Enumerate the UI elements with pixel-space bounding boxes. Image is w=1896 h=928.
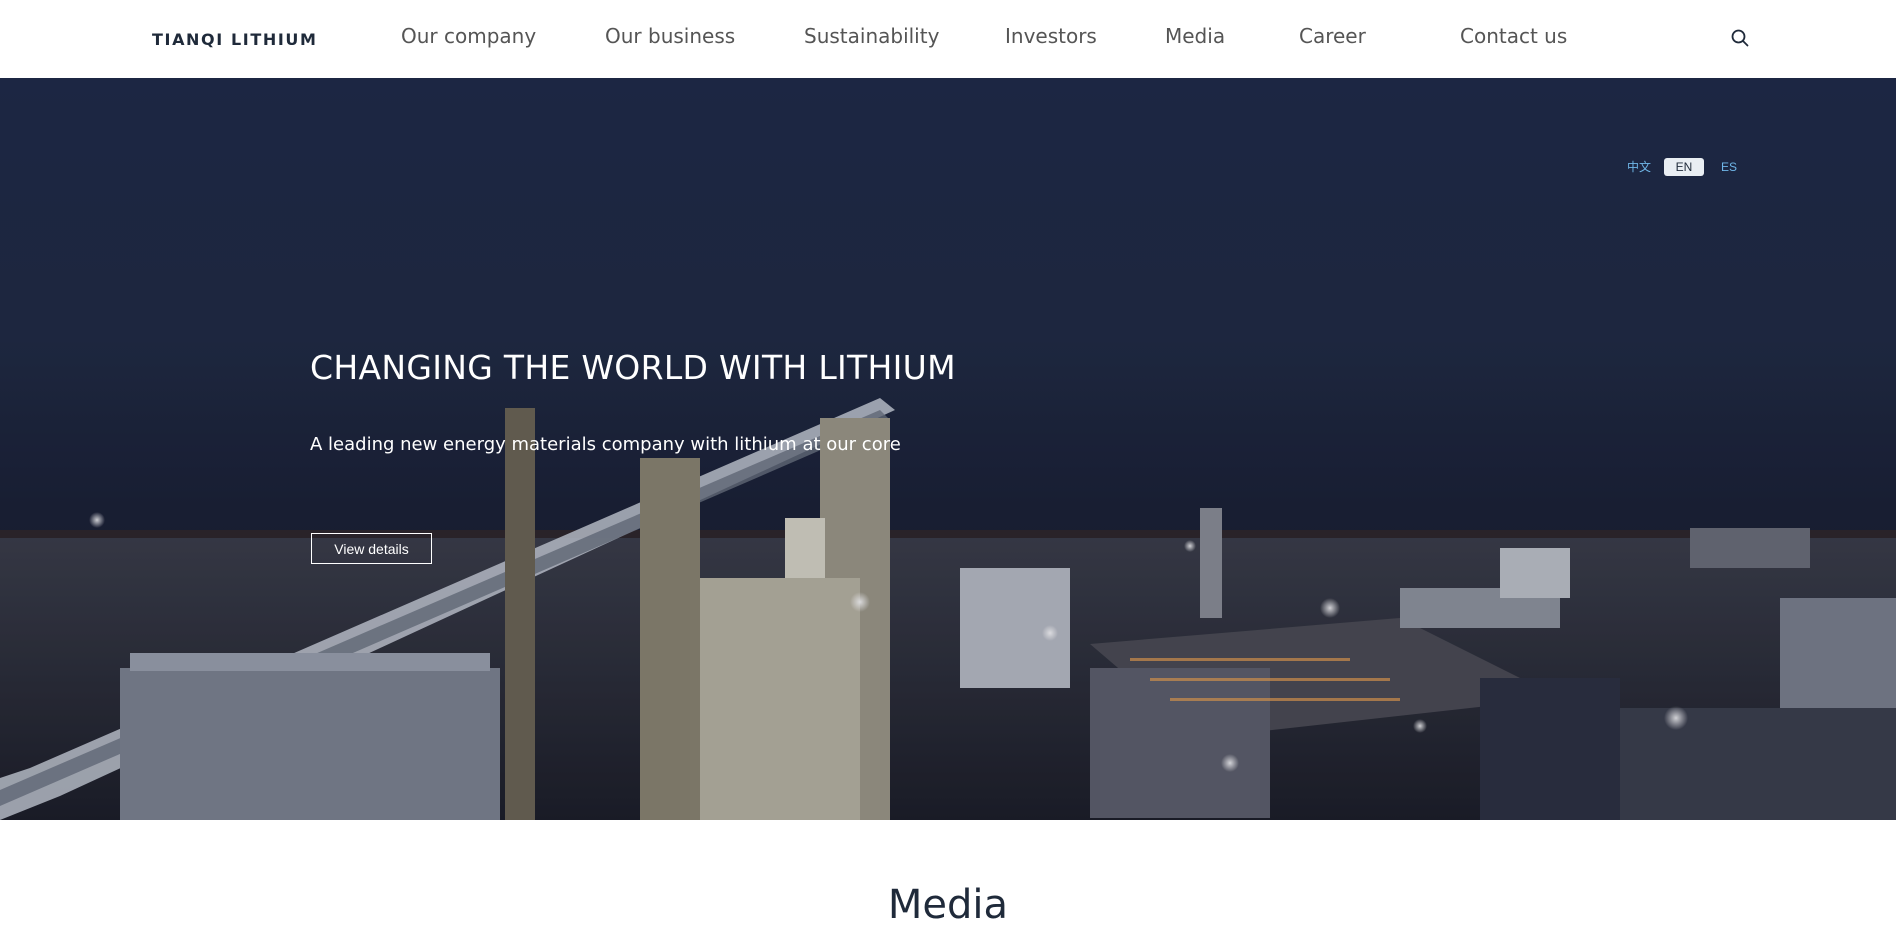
hero-subtitle: A leading new energy materials company w…	[310, 434, 901, 455]
hero-title: CHANGING THE WORLD WITH LITHIUM	[310, 348, 956, 387]
lang-es[interactable]: ES	[1718, 158, 1740, 176]
nav-our-company[interactable]: Our company	[401, 24, 536, 48]
nav-contact-us[interactable]: Contact us	[1460, 24, 1567, 48]
hero-banner: 中文 EN ES CHANGING THE WORLD WITH LITHIUM…	[0, 78, 1896, 820]
site-header: TIANQI LITHIUM Our company Our business …	[0, 0, 1896, 78]
lang-en[interactable]: EN	[1664, 158, 1704, 176]
lang-zh[interactable]: 中文	[1626, 158, 1652, 176]
nav-career[interactable]: Career	[1299, 24, 1366, 48]
nav-investors[interactable]: Investors	[1005, 24, 1097, 48]
nav-media[interactable]: Media	[1165, 24, 1225, 48]
nav-our-business[interactable]: Our business	[605, 24, 735, 48]
search-icon[interactable]	[1730, 28, 1750, 48]
media-section-title: Media	[887, 882, 1009, 928]
nav-sustainability[interactable]: Sustainability	[804, 24, 939, 48]
industrial-plant-image	[0, 78, 1896, 820]
view-details-button[interactable]: View details	[311, 533, 432, 564]
logo[interactable]: TIANQI LITHIUM	[152, 30, 318, 49]
